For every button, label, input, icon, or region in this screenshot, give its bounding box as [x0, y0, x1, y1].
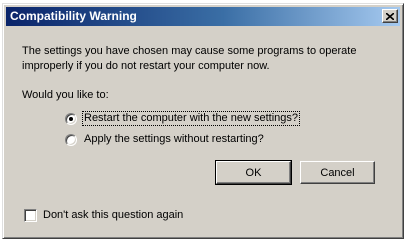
- dont-ask-option[interactable]: Don't ask this question again: [24, 208, 183, 223]
- apply-option[interactable]: Apply the settings without restarting?: [65, 132, 265, 147]
- close-button[interactable]: [382, 9, 398, 23]
- dont-ask-checkbox[interactable]: [24, 209, 37, 222]
- cancel-button[interactable]: Cancel: [300, 161, 375, 184]
- close-icon: [386, 12, 394, 20]
- question-prompt: Would you like to:: [22, 89, 109, 101]
- apply-radio[interactable]: [65, 133, 77, 146]
- compatibility-warning-dialog: Compatibility Warning The settings you h…: [2, 3, 404, 239]
- warning-message: The settings you have chosen may cause s…: [22, 45, 357, 72]
- apply-option-label[interactable]: Apply the settings without restarting?: [83, 133, 265, 146]
- window-title: Compatibility Warning: [10, 9, 137, 23]
- title-bar[interactable]: Compatibility Warning: [6, 7, 400, 26]
- restart-option-label[interactable]: Restart the computer with the new settin…: [82, 111, 300, 126]
- ok-button[interactable]: OK: [215, 160, 292, 185]
- radio-selected-dot: [69, 116, 73, 121]
- restart-option[interactable]: Restart the computer with the new settin…: [65, 111, 300, 126]
- dont-ask-label[interactable]: Don't ask this question again: [43, 209, 183, 222]
- restart-radio[interactable]: [65, 112, 77, 125]
